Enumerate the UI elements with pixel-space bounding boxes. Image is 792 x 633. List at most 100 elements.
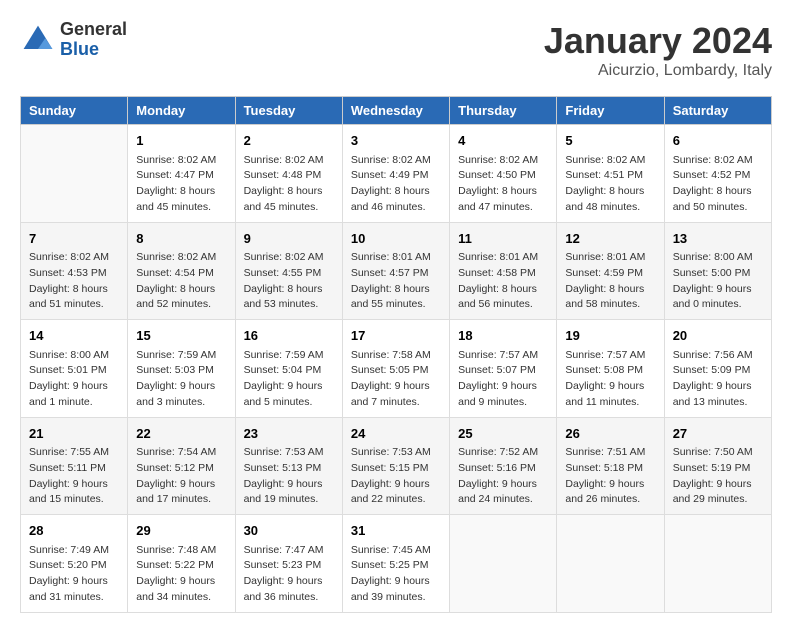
calendar-cell: 15Sunrise: 7:59 AMSunset: 5:03 PMDayligh… — [128, 320, 235, 418]
day-info: Sunrise: 8:02 AMSunset: 4:52 PMDaylight:… — [673, 153, 763, 216]
day-number: 11 — [458, 229, 548, 249]
day-info: Sunrise: 8:01 AMSunset: 4:58 PMDaylight:… — [458, 250, 548, 313]
day-number: 2 — [244, 131, 334, 151]
logo: General Blue — [20, 20, 127, 60]
weekday-header-tuesday: Tuesday — [235, 97, 342, 125]
calendar-cell: 26Sunrise: 7:51 AMSunset: 5:18 PMDayligh… — [557, 417, 664, 515]
calendar-cell: 2Sunrise: 8:02 AMSunset: 4:48 PMDaylight… — [235, 125, 342, 223]
calendar-cell: 31Sunrise: 7:45 AMSunset: 5:25 PMDayligh… — [342, 515, 449, 613]
weekday-header-monday: Monday — [128, 97, 235, 125]
calendar-cell: 6Sunrise: 8:02 AMSunset: 4:52 PMDaylight… — [664, 125, 771, 223]
calendar-cell: 16Sunrise: 7:59 AMSunset: 5:04 PMDayligh… — [235, 320, 342, 418]
day-info: Sunrise: 7:52 AMSunset: 5:16 PMDaylight:… — [458, 445, 548, 508]
calendar-cell — [21, 125, 128, 223]
day-info: Sunrise: 8:02 AMSunset: 4:55 PMDaylight:… — [244, 250, 334, 313]
calendar-cell: 3Sunrise: 8:02 AMSunset: 4:49 PMDaylight… — [342, 125, 449, 223]
calendar-cell: 5Sunrise: 8:02 AMSunset: 4:51 PMDaylight… — [557, 125, 664, 223]
calendar-body: 1Sunrise: 8:02 AMSunset: 4:47 PMDaylight… — [21, 125, 772, 613]
calendar-cell: 25Sunrise: 7:52 AMSunset: 5:16 PMDayligh… — [450, 417, 557, 515]
day-number: 22 — [136, 424, 226, 444]
day-info: Sunrise: 8:02 AMSunset: 4:47 PMDaylight:… — [136, 153, 226, 216]
calendar-cell — [664, 515, 771, 613]
calendar-week-5: 28Sunrise: 7:49 AMSunset: 5:20 PMDayligh… — [21, 515, 772, 613]
day-number: 19 — [565, 326, 655, 346]
title-block: January 2024 Aicurzio, Lombardy, Italy — [544, 20, 772, 80]
day-info: Sunrise: 8:02 AMSunset: 4:49 PMDaylight:… — [351, 153, 441, 216]
day-number: 6 — [673, 131, 763, 151]
location-subtitle: Aicurzio, Lombardy, Italy — [544, 62, 772, 80]
logo-icon — [20, 22, 56, 58]
weekday-header-wednesday: Wednesday — [342, 97, 449, 125]
weekday-header-saturday: Saturday — [664, 97, 771, 125]
logo-general-text: General — [60, 20, 127, 40]
day-number: 16 — [244, 326, 334, 346]
day-number: 3 — [351, 131, 441, 151]
logo-text: General Blue — [60, 20, 127, 60]
day-number: 23 — [244, 424, 334, 444]
day-info: Sunrise: 7:53 AMSunset: 5:13 PMDaylight:… — [244, 445, 334, 508]
day-info: Sunrise: 7:57 AMSunset: 5:08 PMDaylight:… — [565, 348, 655, 411]
calendar-cell: 4Sunrise: 8:02 AMSunset: 4:50 PMDaylight… — [450, 125, 557, 223]
calendar-cell: 1Sunrise: 8:02 AMSunset: 4:47 PMDaylight… — [128, 125, 235, 223]
day-info: Sunrise: 7:53 AMSunset: 5:15 PMDaylight:… — [351, 445, 441, 508]
calendar-cell: 9Sunrise: 8:02 AMSunset: 4:55 PMDaylight… — [235, 222, 342, 320]
calendar-cell: 20Sunrise: 7:56 AMSunset: 5:09 PMDayligh… — [664, 320, 771, 418]
weekday-header-friday: Friday — [557, 97, 664, 125]
page-header: General Blue January 2024 Aicurzio, Lomb… — [20, 20, 772, 80]
day-info: Sunrise: 7:50 AMSunset: 5:19 PMDaylight:… — [673, 445, 763, 508]
day-info: Sunrise: 7:45 AMSunset: 5:25 PMDaylight:… — [351, 543, 441, 606]
calendar-cell: 7Sunrise: 8:02 AMSunset: 4:53 PMDaylight… — [21, 222, 128, 320]
day-number: 12 — [565, 229, 655, 249]
calendar-cell — [450, 515, 557, 613]
calendar-week-2: 7Sunrise: 8:02 AMSunset: 4:53 PMDaylight… — [21, 222, 772, 320]
calendar-week-4: 21Sunrise: 7:55 AMSunset: 5:11 PMDayligh… — [21, 417, 772, 515]
calendar-table: SundayMondayTuesdayWednesdayThursdayFrid… — [20, 96, 772, 613]
day-number: 17 — [351, 326, 441, 346]
weekday-header-sunday: Sunday — [21, 97, 128, 125]
calendar-cell — [557, 515, 664, 613]
calendar-header: SundayMondayTuesdayWednesdayThursdayFrid… — [21, 97, 772, 125]
weekday-header-thursday: Thursday — [450, 97, 557, 125]
day-number: 27 — [673, 424, 763, 444]
day-info: Sunrise: 8:01 AMSunset: 4:59 PMDaylight:… — [565, 250, 655, 313]
calendar-week-3: 14Sunrise: 8:00 AMSunset: 5:01 PMDayligh… — [21, 320, 772, 418]
day-info: Sunrise: 7:57 AMSunset: 5:07 PMDaylight:… — [458, 348, 548, 411]
calendar-cell: 18Sunrise: 7:57 AMSunset: 5:07 PMDayligh… — [450, 320, 557, 418]
day-info: Sunrise: 7:59 AMSunset: 5:04 PMDaylight:… — [244, 348, 334, 411]
day-number: 30 — [244, 521, 334, 541]
day-number: 26 — [565, 424, 655, 444]
calendar-cell: 10Sunrise: 8:01 AMSunset: 4:57 PMDayligh… — [342, 222, 449, 320]
day-number: 4 — [458, 131, 548, 151]
day-number: 14 — [29, 326, 119, 346]
day-number: 25 — [458, 424, 548, 444]
calendar-cell: 11Sunrise: 8:01 AMSunset: 4:58 PMDayligh… — [450, 222, 557, 320]
day-info: Sunrise: 8:02 AMSunset: 4:54 PMDaylight:… — [136, 250, 226, 313]
day-info: Sunrise: 7:58 AMSunset: 5:05 PMDaylight:… — [351, 348, 441, 411]
day-info: Sunrise: 7:54 AMSunset: 5:12 PMDaylight:… — [136, 445, 226, 508]
calendar-cell: 29Sunrise: 7:48 AMSunset: 5:22 PMDayligh… — [128, 515, 235, 613]
calendar-cell: 19Sunrise: 7:57 AMSunset: 5:08 PMDayligh… — [557, 320, 664, 418]
day-number: 8 — [136, 229, 226, 249]
day-info: Sunrise: 8:00 AMSunset: 5:00 PMDaylight:… — [673, 250, 763, 313]
day-number: 29 — [136, 521, 226, 541]
day-number: 5 — [565, 131, 655, 151]
day-number: 7 — [29, 229, 119, 249]
calendar-cell: 14Sunrise: 8:00 AMSunset: 5:01 PMDayligh… — [21, 320, 128, 418]
day-number: 18 — [458, 326, 548, 346]
month-title: January 2024 — [544, 20, 772, 62]
day-number: 9 — [244, 229, 334, 249]
calendar-cell: 21Sunrise: 7:55 AMSunset: 5:11 PMDayligh… — [21, 417, 128, 515]
calendar-cell: 28Sunrise: 7:49 AMSunset: 5:20 PMDayligh… — [21, 515, 128, 613]
day-info: Sunrise: 8:02 AMSunset: 4:53 PMDaylight:… — [29, 250, 119, 313]
day-info: Sunrise: 7:49 AMSunset: 5:20 PMDaylight:… — [29, 543, 119, 606]
logo-blue-text: Blue — [60, 40, 127, 60]
calendar-cell: 22Sunrise: 7:54 AMSunset: 5:12 PMDayligh… — [128, 417, 235, 515]
day-number: 28 — [29, 521, 119, 541]
day-info: Sunrise: 7:56 AMSunset: 5:09 PMDaylight:… — [673, 348, 763, 411]
day-number: 24 — [351, 424, 441, 444]
day-info: Sunrise: 7:59 AMSunset: 5:03 PMDaylight:… — [136, 348, 226, 411]
day-number: 1 — [136, 131, 226, 151]
day-info: Sunrise: 8:02 AMSunset: 4:48 PMDaylight:… — [244, 153, 334, 216]
day-info: Sunrise: 7:48 AMSunset: 5:22 PMDaylight:… — [136, 543, 226, 606]
day-info: Sunrise: 7:55 AMSunset: 5:11 PMDaylight:… — [29, 445, 119, 508]
